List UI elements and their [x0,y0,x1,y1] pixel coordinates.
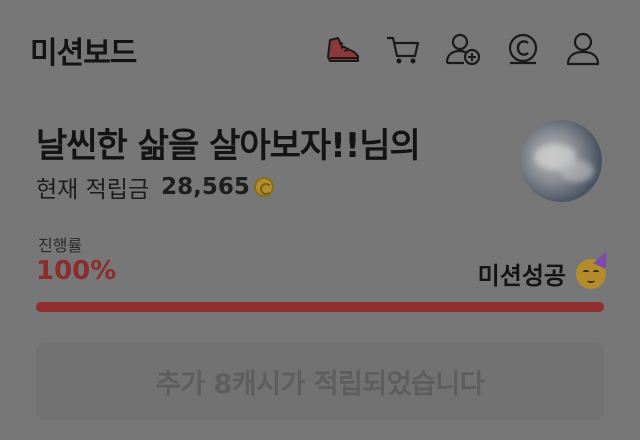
party-face-icon [576,248,613,289]
coin-icon [253,177,274,197]
avatar[interactable] [520,120,602,202]
user-greeting: 날씬한 삶을 살아보자!!님의 [36,126,421,166]
mission-status-text: 미션성공 [477,262,566,290]
app-title: 미션보드 [30,36,137,71]
points-label: 현재 적립금 [36,177,150,203]
points-value: 28,565 [161,174,250,200]
points-summary: 현재 적립금 28,565 [36,170,274,204]
progress-label: 진행률 [38,236,83,255]
progress-bar [36,302,604,312]
cart-icon[interactable] [384,30,422,68]
add-user-icon[interactable] [444,30,482,68]
reward-button[interactable]: 추가 8캐시가 적립되었습니다 [36,342,604,420]
progress-bar-fill [36,302,604,312]
header: 미션보드 [0,0,640,100]
coin-icon[interactable] [504,30,542,68]
profile-icon[interactable] [564,30,602,68]
mission-status: 미션성공 [477,248,613,291]
sneaker-icon[interactable] [324,30,362,68]
progress-value: 100% [36,256,117,286]
